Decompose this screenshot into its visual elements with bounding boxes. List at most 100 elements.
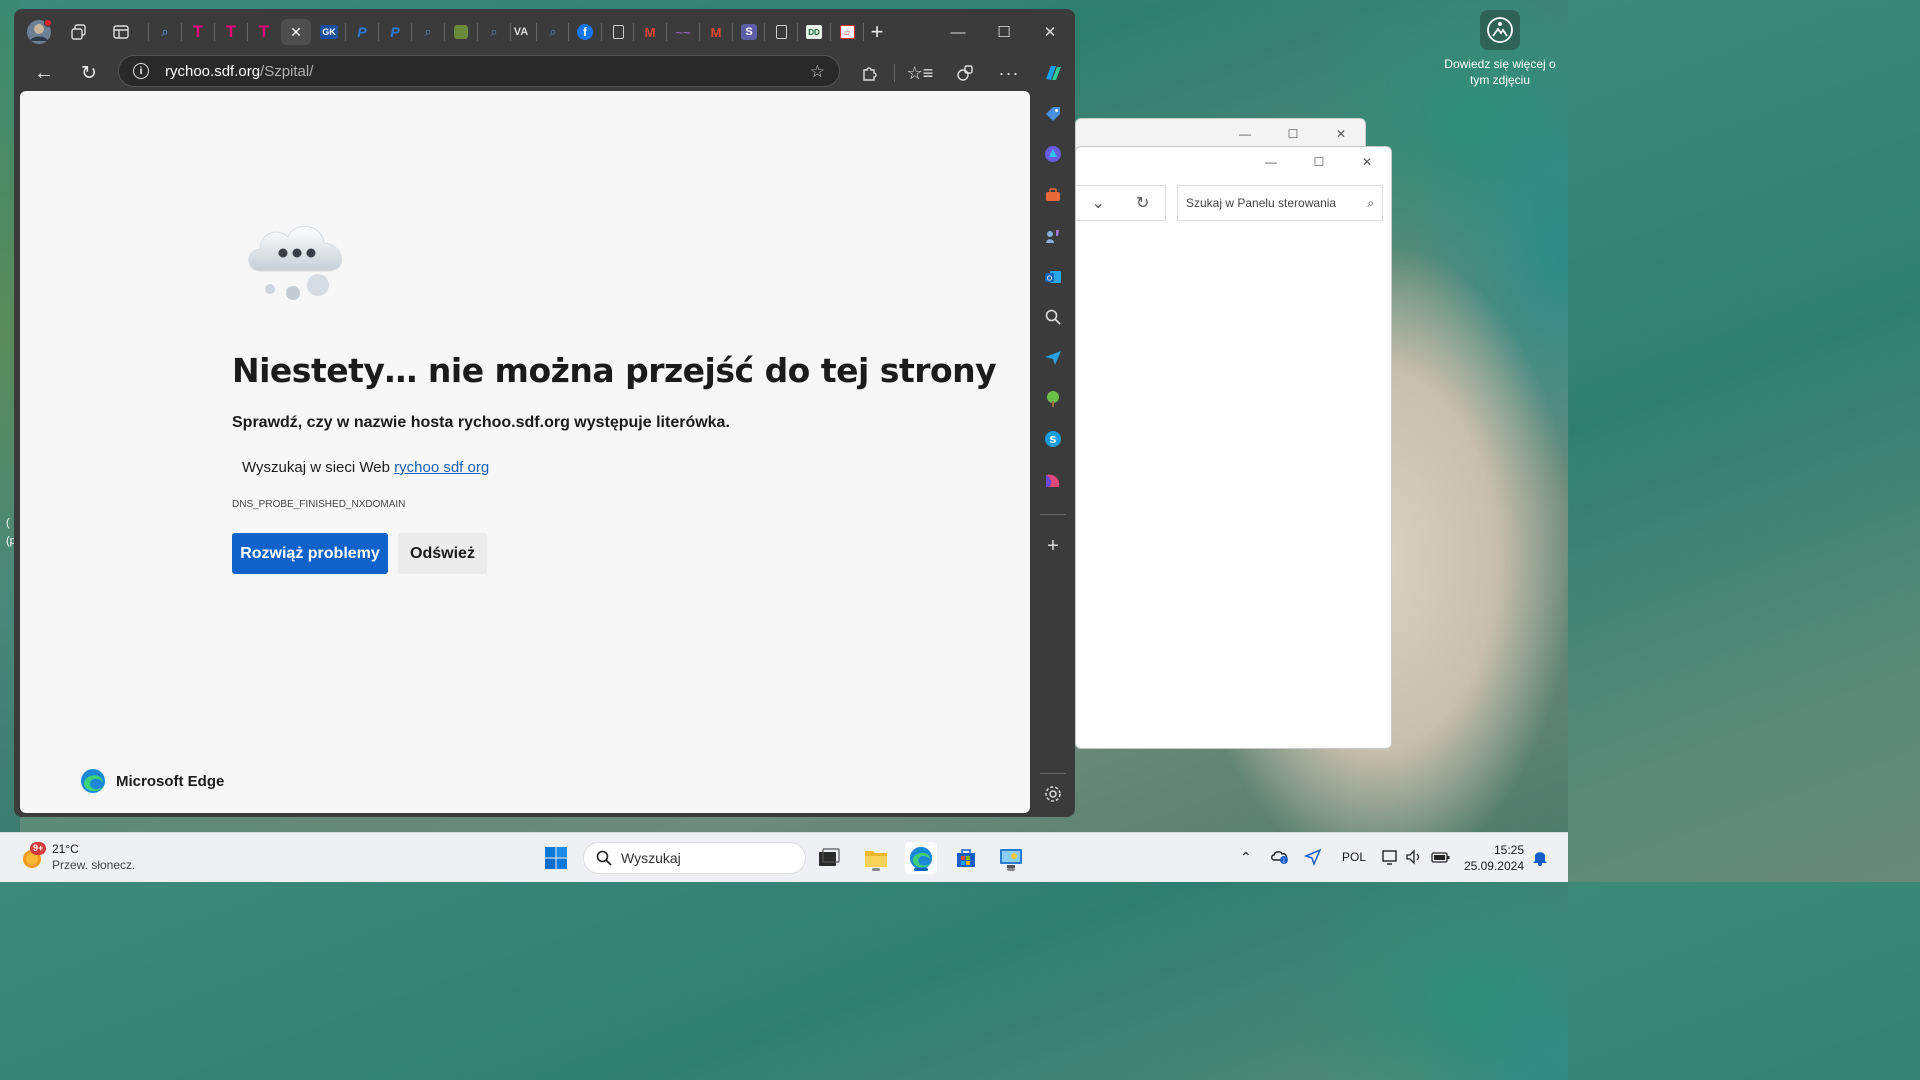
language-indicator[interactable]: POL (1342, 850, 1366, 864)
search-icon[interactable] (1042, 306, 1064, 328)
arrow-left-icon: ← (34, 61, 54, 84)
star-icon[interactable]: ☆ (810, 62, 825, 82)
refresh-icon[interactable]: ↻ (1136, 193, 1149, 213)
tab-facebook[interactable]: f (570, 19, 600, 45)
close-icon[interactable]: ✕ (1317, 120, 1365, 148)
refresh-page-button[interactable]: Odśwież (398, 533, 487, 574)
tab-search[interactable]: ⌕ (479, 19, 509, 45)
tab-gmail[interactable]: M (701, 19, 731, 45)
maximize-icon[interactable]: ☐ (1295, 148, 1343, 176)
info-icon[interactable]: i (133, 63, 149, 79)
menu-button[interactable]: ··· (993, 57, 1025, 89)
tab-actions-icon[interactable] (106, 19, 136, 45)
weather-widget[interactable]: 9+ 21°C Przew. słonecz. (20, 841, 135, 873)
svg-text:S: S (1049, 435, 1056, 446)
control-panel-button[interactable] (995, 842, 1027, 874)
close-icon[interactable]: ✕ (1343, 148, 1391, 176)
tab-page[interactable] (766, 19, 796, 45)
troubleshoot-button[interactable]: Rozwiąż problemy (232, 533, 388, 574)
weather-badge: 9+ (30, 842, 47, 855)
network-icon[interactable] (1381, 848, 1399, 869)
camera-icon (1480, 10, 1520, 50)
tab-dd[interactable]: DD (799, 19, 829, 45)
tools-icon[interactable] (1042, 184, 1064, 206)
new-tab-button[interactable]: + (862, 19, 892, 45)
onedrive-icon[interactable]: i (1270, 847, 1290, 868)
address-bar[interactable]: i rychoo.sdf.org/Szpital/ ☆ (118, 55, 840, 87)
profile-avatar[interactable] (22, 19, 56, 45)
close-button[interactable]: ✕ (1027, 17, 1073, 47)
volume-icon[interactable] (1405, 848, 1423, 869)
favorites-button[interactable]: ☆≡ (904, 57, 936, 89)
close-icon: ✕ (1043, 24, 1057, 41)
page-icon (775, 25, 787, 39)
tab-paypal[interactable]: P (347, 19, 377, 45)
tree-icon[interactable] (1042, 388, 1064, 410)
minimize-icon[interactable]: — (1221, 120, 1269, 148)
back-button[interactable]: ← (28, 57, 60, 89)
outlook-icon[interactable]: O (1042, 266, 1064, 288)
workspaces-icon[interactable] (64, 19, 94, 45)
notifications-icon[interactable] (1532, 848, 1548, 869)
collections-button[interactable] (949, 57, 981, 89)
extensions-button[interactable] (854, 57, 886, 89)
maximize-button[interactable]: ☐ (981, 17, 1027, 47)
search-prefix: Wyszukaj w sieci Web (242, 459, 390, 476)
copilot-button[interactable] (1037, 57, 1069, 89)
location-icon[interactable] (1303, 848, 1322, 869)
tab-pdf[interactable]: ▱ (832, 19, 862, 45)
error-code: DNS_PROBE_FINISHED_NXDOMAIN (232, 499, 406, 510)
svg-text:O: O (1047, 275, 1053, 283)
folder-icon (865, 851, 887, 867)
show-hidden-icons[interactable]: ⌃ (1240, 849, 1252, 866)
task-view-button[interactable] (813, 842, 845, 874)
designer-icon[interactable] (1042, 469, 1064, 491)
store-icon (957, 849, 975, 867)
tab-s-app[interactable]: S (734, 19, 764, 45)
tab-shield[interactable] (446, 19, 476, 45)
minimize-button[interactable]: — (935, 17, 981, 47)
url-path: /Szpital/ (260, 62, 314, 80)
minimize-icon[interactable]: — (1247, 148, 1295, 176)
edge-taskbar-button[interactable] (905, 842, 937, 874)
refresh-button[interactable]: ↻ (73, 57, 105, 89)
start-button[interactable] (540, 842, 572, 874)
maximize-icon[interactable]: ☐ (1269, 120, 1317, 148)
tab-dash[interactable]: ~~ (668, 19, 698, 45)
games-icon[interactable] (1042, 225, 1064, 247)
tab-t-mobile[interactable]: T (216, 19, 246, 45)
tab-t-mobile[interactable]: T (249, 19, 279, 45)
taskbar-search[interactable]: Wyszukaj (583, 842, 806, 874)
sun-icon: 9+ (20, 842, 47, 870)
edge-window[interactable]: ⌕ T T T ✕ GK P P ⌕ ⌕ VA ⌕ f M ~~ M S DD … (14, 9, 1075, 817)
control-panel-window[interactable]: — ☐ ✕ ⌄ ↻ Szukaj w Panelu sterowania ⌕ (1075, 146, 1392, 749)
add-sidebar-app-button[interactable]: + (1042, 535, 1064, 557)
send-icon[interactable] (1042, 347, 1064, 369)
tab-paypal[interactable]: P (380, 19, 410, 45)
tab-va[interactable]: VA (506, 19, 536, 45)
tab-t-mobile[interactable]: T (183, 19, 213, 45)
tab-page[interactable] (603, 19, 633, 45)
close-tab-icon[interactable]: ✕ (290, 24, 302, 41)
store-button[interactable] (950, 842, 982, 874)
tab-gmail[interactable]: M (635, 19, 665, 45)
shopping-tag-icon[interactable] (1042, 103, 1064, 125)
file-explorer-button[interactable] (860, 842, 892, 874)
search-link[interactable]: rychoo sdf org (394, 459, 489, 476)
tab-search[interactable]: ⌕ (413, 19, 443, 45)
control-panel-search-input[interactable]: Szukaj w Panelu sterowania ⌕ (1177, 185, 1383, 221)
wallpaper-info[interactable]: Dowiedz się więcej o tym zdjęciu (1438, 10, 1562, 88)
settings-icon[interactable] (1042, 783, 1064, 805)
skype-icon[interactable]: S (1042, 428, 1064, 450)
edge-brand-name: Microsoft Edge (116, 772, 225, 790)
tab-gk[interactable]: GK (314, 19, 344, 45)
control-panel-search-placeholder: Szukaj w Panelu sterowania (1186, 196, 1337, 210)
tab-search[interactable]: ⌕ (150, 19, 180, 45)
tab-search[interactable]: ⌕ (538, 19, 568, 45)
copilot-sidebar-icon[interactable] (1042, 143, 1064, 165)
favorites-icon: ☆≡ (906, 62, 934, 83)
clock[interactable]: 15:25 25.09.2024 (1462, 842, 1524, 874)
tab-active[interactable]: ✕ (281, 19, 311, 45)
chevron-down-icon[interactable]: ⌄ (1092, 193, 1105, 213)
battery-icon[interactable] (1431, 848, 1451, 869)
